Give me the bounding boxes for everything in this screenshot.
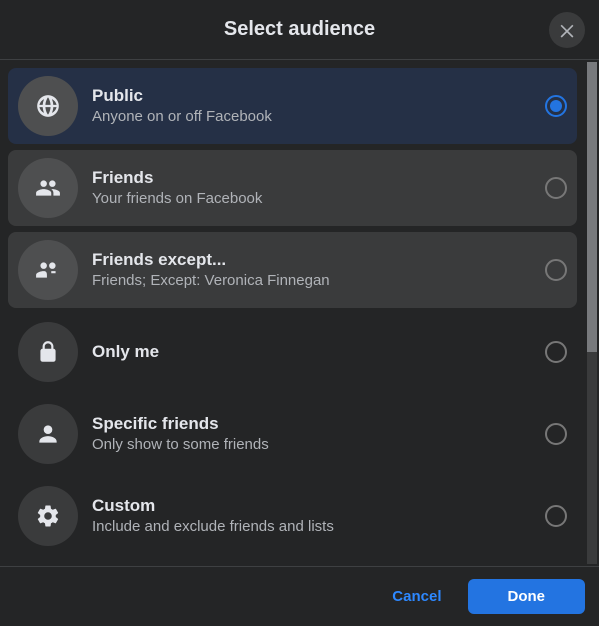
person-icon [18,404,78,464]
audience-option-list: Public Anyone on or off Facebook Friends… [0,60,585,566]
globe-icon [18,76,78,136]
radio-only-me[interactable] [545,341,567,363]
select-audience-dialog: Select audience Public Anyone on or off … [0,0,599,626]
option-subtitle: Anyone on or off Facebook [92,107,545,127]
gear-icon [18,486,78,546]
option-title: Public [92,85,545,106]
dialog-header: Select audience [0,0,599,60]
option-title: Custom [92,495,545,516]
audience-option-only-me[interactable]: Only me [8,314,577,390]
radio-friends[interactable] [545,177,567,199]
dialog-footer: Cancel Done [0,566,599,626]
scrollbar-thumb[interactable] [587,62,597,352]
lock-icon [18,322,78,382]
dialog-title: Select audience [224,18,375,41]
radio-custom[interactable] [545,505,567,527]
dialog-body: Public Anyone on or off Facebook Friends… [0,60,599,566]
radio-public[interactable] [545,95,567,117]
audience-option-friends-except[interactable]: Friends except... Friends; Except: Veron… [8,232,577,308]
close-button[interactable] [549,12,585,48]
done-button[interactable]: Done [468,579,586,614]
option-subtitle: Only show to some friends [92,435,545,455]
option-text: Public Anyone on or off Facebook [92,85,545,127]
scrollbar[interactable] [585,60,599,566]
option-title: Friends [92,167,545,188]
audience-option-public[interactable]: Public Anyone on or off Facebook [8,68,577,144]
option-text: Only me [92,341,545,362]
option-subtitle: Your friends on Facebook [92,189,545,209]
audience-option-custom[interactable]: Custom Include and exclude friends and l… [8,478,577,554]
close-icon [557,20,577,40]
option-title: Specific friends [92,413,545,434]
option-title: Only me [92,341,545,362]
option-text: Specific friends Only show to some frien… [92,413,545,455]
friends-icon [18,158,78,218]
option-subtitle: Friends; Except: Veronica Finnegan [92,271,545,291]
radio-specific-friends[interactable] [545,423,567,445]
audience-option-specific-friends[interactable]: Specific friends Only show to some frien… [8,396,577,472]
cancel-button[interactable]: Cancel [374,580,459,613]
option-text: Friends except... Friends; Except: Veron… [92,249,545,291]
option-subtitle: Include and exclude friends and lists [92,517,545,537]
option-title: Friends except... [92,249,545,270]
friends-except-icon [18,240,78,300]
option-text: Friends Your friends on Facebook [92,167,545,209]
radio-friends-except[interactable] [545,259,567,281]
option-text: Custom Include and exclude friends and l… [92,495,545,537]
audience-option-friends[interactable]: Friends Your friends on Facebook [8,150,577,226]
